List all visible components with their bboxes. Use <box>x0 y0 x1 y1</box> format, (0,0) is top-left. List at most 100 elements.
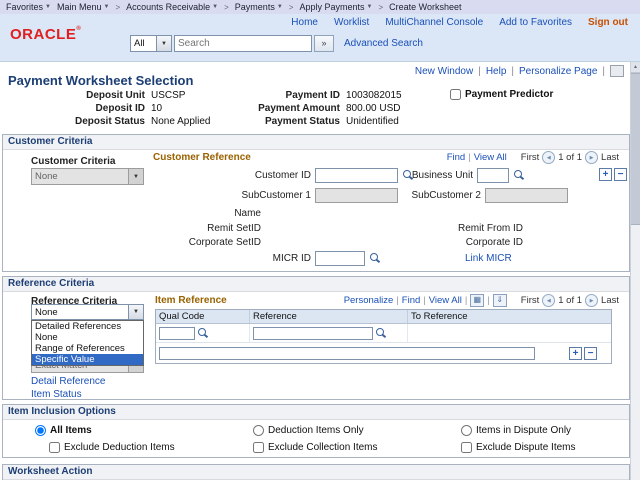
column-header-qual-code[interactable]: Qual Code <box>156 310 250 323</box>
radio-input[interactable] <box>253 425 264 436</box>
radio-all-items[interactable]: All Items <box>35 425 92 436</box>
home-link[interactable]: Home <box>291 17 318 28</box>
reference-criteria-select[interactable]: None ▼ <box>31 304 144 320</box>
breadcrumb-label: Payments <box>235 2 275 12</box>
scrollbar-up-icon[interactable]: ▲ <box>631 62 640 73</box>
next-icon[interactable]: ▶ <box>585 151 598 164</box>
customer-id-input[interactable] <box>315 168 398 183</box>
download-icon[interactable]: ⇓ <box>493 294 507 307</box>
personalize-page-link[interactable]: Personalize Page <box>519 66 597 77</box>
find-link[interactable]: Find <box>447 152 465 163</box>
vertical-scrollbar[interactable]: ▲ <box>630 62 640 480</box>
worksheet-action-section: Worksheet Action <box>2 464 630 480</box>
personalize-link[interactable]: Personalize <box>344 295 394 306</box>
advanced-search-link[interactable]: Advanced Search <box>344 38 423 49</box>
lookup-icon[interactable] <box>512 169 525 182</box>
search-input[interactable] <box>174 35 312 52</box>
checkbox-exclude-deduction-items[interactable]: Exclude Deduction Items <box>49 442 175 453</box>
pager-first[interactable]: First <box>521 152 539 163</box>
header-links: Home Worklist MultiChannel Console Add t… <box>291 17 628 28</box>
checkbox-exclude-dispute-items[interactable]: Exclude Dispute Items <box>461 442 576 453</box>
select-arrow-icon: ▼ <box>128 169 143 184</box>
breadcrumb: Favorites▼ Main Menu▼ > Accounts Receiva… <box>0 0 640 14</box>
add-row-button[interactable]: + <box>599 168 612 181</box>
next-icon[interactable]: ▶ <box>585 294 598 307</box>
view-all-link[interactable]: View All <box>429 295 462 306</box>
breadcrumb-apply-payments[interactable]: Apply Payments▼ <box>299 2 372 12</box>
page-url-icon[interactable] <box>610 65 624 77</box>
lookup-icon[interactable] <box>196 327 209 340</box>
reference-input[interactable] <box>253 327 373 340</box>
add-to-favorites-link[interactable]: Add to Favorites <box>499 17 572 28</box>
previous-icon[interactable]: ◀ <box>542 151 555 164</box>
to-reference-input[interactable] <box>159 347 535 360</box>
new-window-link[interactable]: New Window <box>415 66 473 77</box>
checkbox-input[interactable] <box>253 442 264 453</box>
dropdown-option-none[interactable]: None <box>32 332 143 343</box>
add-row-button[interactable]: + <box>569 347 582 360</box>
pager-last[interactable]: Last <box>601 152 619 163</box>
breadcrumb-create-worksheet[interactable]: Create Worksheet <box>389 2 461 12</box>
checkbox-input[interactable] <box>450 89 461 100</box>
radio-deduction-items-only[interactable]: Deduction Items Only <box>253 425 364 436</box>
detail-reference-link[interactable]: Detail Reference <box>31 376 105 387</box>
breadcrumb-main-menu[interactable]: Main Menu▼ <box>57 2 109 12</box>
radio-input[interactable] <box>461 425 472 436</box>
subcustomer1-input <box>315 188 398 203</box>
view-all-link[interactable]: View All <box>474 152 507 163</box>
business-unit-input[interactable] <box>477 168 509 183</box>
separator: | <box>602 66 605 77</box>
qual-code-input[interactable] <box>159 327 195 340</box>
name-label: Name <box>103 208 261 219</box>
reference-criteria-dropdown-list: Detailed References None Range of Refere… <box>31 320 144 366</box>
previous-icon[interactable]: ◀ <box>542 294 555 307</box>
micr-id-input[interactable] <box>315 251 365 266</box>
checkbox-exclude-collection-items[interactable]: Exclude Collection Items <box>253 442 378 453</box>
search-go-button[interactable]: » <box>314 35 334 52</box>
delete-row-button[interactable]: − <box>584 347 597 360</box>
payment-predictor-checkbox[interactable]: Payment Predictor <box>450 89 553 100</box>
checkbox-input[interactable] <box>461 442 472 453</box>
deposit-unit-label: Deposit Unit <box>20 90 145 101</box>
payment-amount-label: Payment Amount <box>240 103 340 114</box>
checkbox-label: Exclude Deduction Items <box>64 442 175 453</box>
page-action-links: New Window| Help| Personalize Page| <box>415 65 624 77</box>
payment-id-value: 1003082015 <box>346 90 402 101</box>
column-header-to-reference[interactable]: To Reference <box>408 310 611 323</box>
item-reference-title: Item Reference <box>155 295 227 306</box>
search-scope-select[interactable]: All ▼ <box>130 35 172 52</box>
corporate-id-label: Corporate ID <box>383 237 523 248</box>
item-status-link[interactable]: Item Status <box>31 389 82 400</box>
delete-row-button[interactable]: − <box>614 168 627 181</box>
breadcrumb-payments[interactable]: Payments▼ <box>235 2 283 12</box>
header-band: ORACLE® Home Worklist MultiChannel Conso… <box>0 14 640 62</box>
deposit-unit-value: USCSP <box>151 90 185 101</box>
separator: | <box>396 295 398 306</box>
deposit-id-label: Deposit ID <box>20 103 145 114</box>
breadcrumb-accounts-receivable[interactable]: Accounts Receivable▼ <box>126 2 218 12</box>
lookup-icon[interactable] <box>368 252 381 265</box>
multichannel-console-link[interactable]: MultiChannel Console <box>385 17 483 28</box>
link-micr-link[interactable]: Link MICR <box>465 253 512 264</box>
checkbox-input[interactable] <box>49 442 60 453</box>
separator: | <box>468 152 470 163</box>
breadcrumb-favorites[interactable]: Favorites▼ <box>6 2 51 12</box>
lookup-icon[interactable] <box>374 327 387 340</box>
sign-out-link[interactable]: Sign out <box>588 17 628 28</box>
scrollbar-thumb[interactable] <box>631 73 640 225</box>
breadcrumb-separator: > <box>289 3 294 12</box>
dropdown-option-specific-value[interactable]: Specific Value <box>32 354 143 365</box>
zoom-grid-icon[interactable]: ▦ <box>470 294 484 307</box>
column-header-reference[interactable]: Reference <box>250 310 408 323</box>
find-link[interactable]: Find <box>402 295 420 306</box>
radio-input[interactable] <box>35 425 46 436</box>
dropdown-option-range-of-references[interactable]: Range of References <box>32 343 143 354</box>
help-link[interactable]: Help <box>486 66 507 77</box>
pager-first[interactable]: First <box>521 295 539 306</box>
dropdown-option-detailed-references[interactable]: Detailed References <box>32 321 143 332</box>
worklist-link[interactable]: Worklist <box>334 17 369 28</box>
pager-last[interactable]: Last <box>601 295 619 306</box>
breadcrumb-label: Create Worksheet <box>389 2 461 12</box>
radio-items-in-dispute-only[interactable]: Items in Dispute Only <box>461 425 571 436</box>
reference-criteria-section: Reference Criteria Reference Criteria No… <box>2 276 630 400</box>
